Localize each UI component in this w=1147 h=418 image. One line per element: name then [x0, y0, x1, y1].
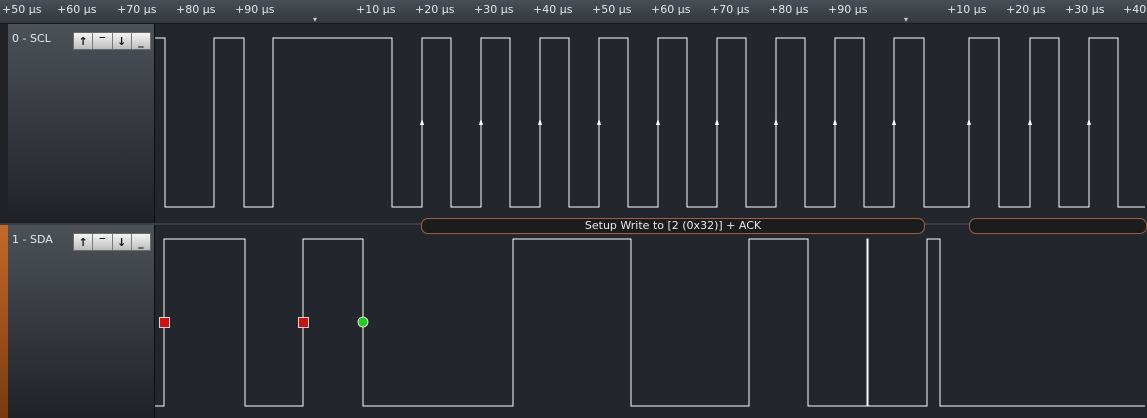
- start-condition-marker: [159, 317, 170, 328]
- clock-edge-arrow-icon: [479, 118, 483, 125]
- clock-edge-arrow-icon: [656, 118, 660, 125]
- clock-edge-arrow-icon: [967, 118, 971, 125]
- clock-edge-arrows: [420, 118, 1091, 125]
- waveform-canvas: [155, 37, 1145, 407]
- scl-waveform: [155, 37, 1145, 208]
- start-condition-marker: [298, 317, 309, 328]
- clock-edge-arrow-icon: [420, 118, 424, 125]
- clock-edge-arrow-icon: [1087, 118, 1091, 125]
- protocol-frame-next[interactable]: [969, 218, 1147, 234]
- clock-edge-arrow-icon: [715, 118, 719, 125]
- clock-edge-arrow-icon: [774, 118, 778, 125]
- clock-edge-arrow-icon: [892, 118, 896, 125]
- data-sample-marker: [357, 316, 369, 328]
- clock-edge-arrow-icon: [833, 118, 837, 125]
- clock-edge-arrow-icon: [1028, 118, 1032, 125]
- clock-edge-arrow-icon: [597, 118, 601, 125]
- clock-edge-arrow-icon: [538, 118, 542, 125]
- protocol-frame-setup-write[interactable]: Setup Write to [2 (0x32)] + ACK: [421, 218, 925, 234]
